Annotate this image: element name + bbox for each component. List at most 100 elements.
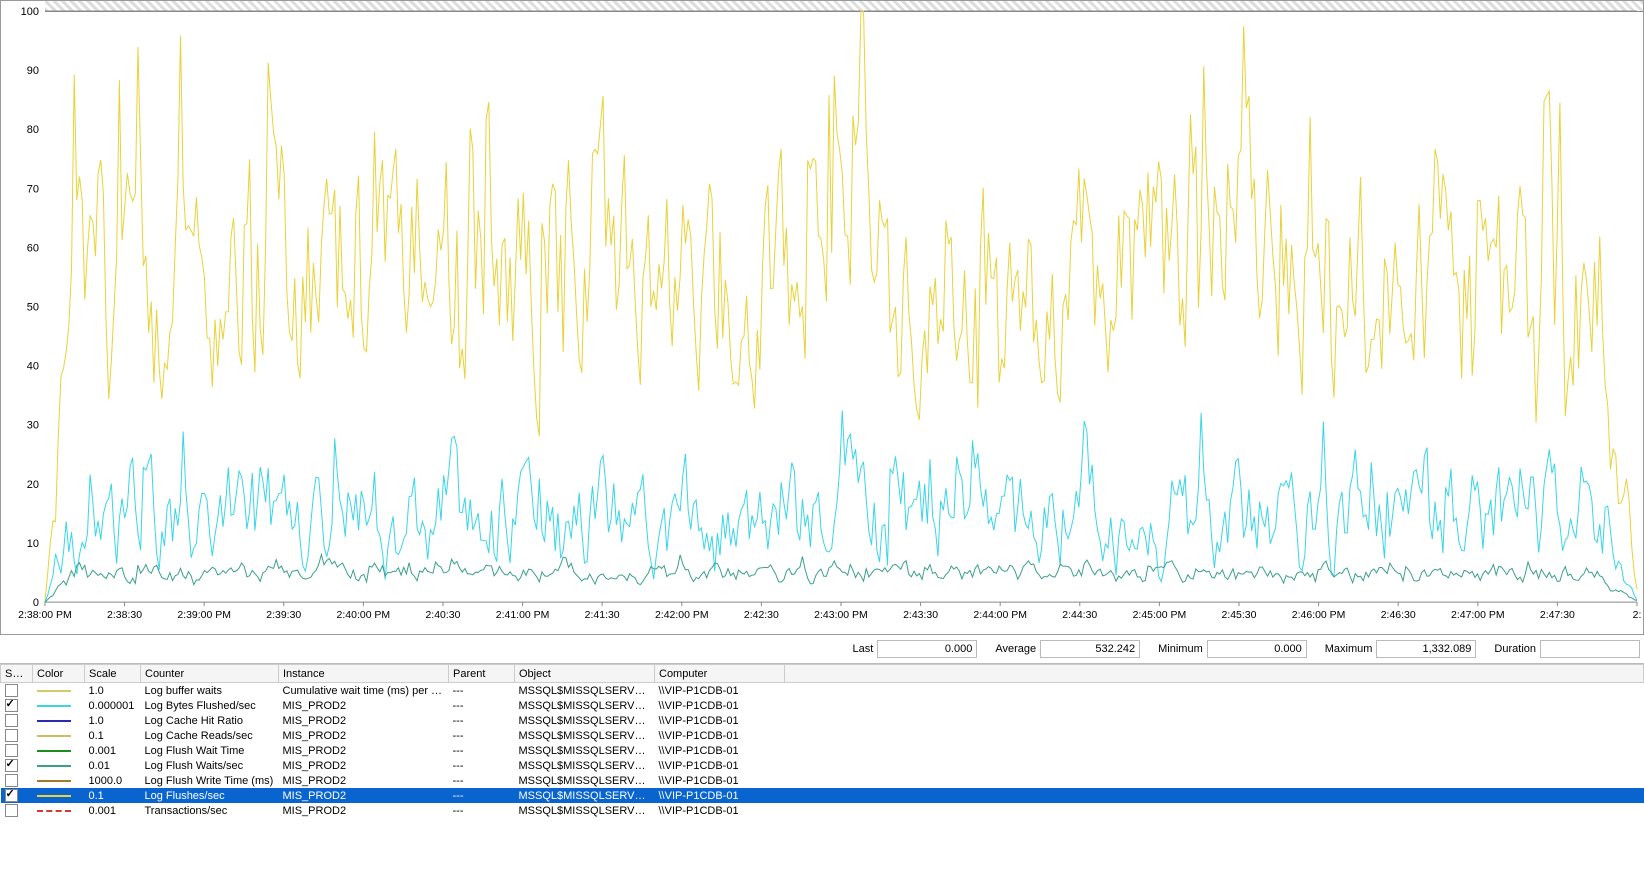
instance-cell: MIS_PROD2	[279, 698, 449, 713]
column-header[interactable]: Color	[33, 665, 85, 683]
show-checkbox[interactable]	[1, 698, 33, 713]
object-cell: MSSQL$MISSQLSERVER20...	[515, 743, 655, 758]
object-cell: MSSQL$MISSQLSERVER20...	[515, 773, 655, 788]
counter-cell: Log Cache Hit Ratio	[141, 713, 279, 728]
show-checkbox[interactable]	[1, 743, 33, 758]
svg-text:2:42:00 PM: 2:42:00 PM	[655, 610, 709, 621]
svg-text:2:38:30: 2:38:30	[107, 610, 142, 621]
color-swatch	[33, 773, 85, 788]
svg-text:2:40:30: 2:40:30	[425, 610, 460, 621]
color-swatch	[33, 698, 85, 713]
parent-cell: ---	[449, 803, 515, 818]
column-header[interactable]: Object	[515, 665, 655, 683]
object-cell: MSSQL$MISSQLSERVER20...	[515, 788, 655, 803]
svg-text:2:47:00 PM: 2:47:00 PM	[1451, 610, 1505, 621]
svg-text:2:44:30: 2:44:30	[1062, 610, 1097, 621]
computer-cell: \\VIP-P1CDB-01	[655, 713, 785, 728]
counter-cell: Log Flush Wait Time	[141, 743, 279, 758]
show-checkbox[interactable]	[1, 788, 33, 803]
svg-text:2:40:00 PM: 2:40:00 PM	[337, 610, 391, 621]
svg-text:2:42:30: 2:42:30	[744, 610, 779, 621]
scale-cell: 0.000001	[85, 698, 141, 713]
parent-cell: ---	[449, 713, 515, 728]
counter-row[interactable]: 1.0Log Cache Hit RatioMIS_PROD2---MSSQL$…	[1, 713, 1644, 728]
column-header[interactable]: Counter	[141, 665, 279, 683]
svg-text:2:45:30: 2:45:30	[1222, 610, 1257, 621]
column-header[interactable]: Scale	[85, 665, 141, 683]
column-header[interactable]: Instance	[279, 665, 449, 683]
column-header-spacer	[785, 665, 1644, 683]
counter-cell: Log Flush Write Time (ms)	[141, 773, 279, 788]
svg-text:2:: 2:	[1633, 610, 1642, 621]
parent-cell: ---	[449, 773, 515, 788]
spacer-cell	[785, 803, 1644, 818]
counter-list[interactable]: ShowColorScaleCounterInstanceParentObjec…	[0, 663, 1644, 894]
stat-label-average: Average	[995, 643, 1036, 655]
spacer-cell	[785, 698, 1644, 713]
scale-cell: 1.0	[85, 683, 141, 699]
color-swatch	[33, 728, 85, 743]
counter-row[interactable]: 0.000001Log Bytes Flushed/secMIS_PROD2--…	[1, 698, 1644, 713]
object-cell: MSSQL$MISSQLSERVER20...	[515, 728, 655, 743]
instance-cell: MIS_PROD2	[279, 743, 449, 758]
svg-text:2:41:30: 2:41:30	[585, 610, 620, 621]
computer-cell: \\VIP-P1CDB-01	[655, 728, 785, 743]
show-checkbox[interactable]	[1, 683, 33, 699]
counter-row[interactable]: 0.001Log Flush Wait TimeMIS_PROD2---MSSQ…	[1, 743, 1644, 758]
counter-row[interactable]: 0.001Transactions/secMIS_PROD2---MSSQL$M…	[1, 803, 1644, 818]
scale-cell: 0.01	[85, 758, 141, 773]
color-swatch	[33, 803, 85, 818]
show-checkbox[interactable]	[1, 713, 33, 728]
color-swatch	[33, 743, 85, 758]
counter-cell: Log Cache Reads/sec	[141, 728, 279, 743]
parent-cell: ---	[449, 728, 515, 743]
object-cell: MSSQL$MISSQLSERVER20...	[515, 713, 655, 728]
counter-row[interactable]: 0.01Log Flush Waits/secMIS_PROD2---MSSQL…	[1, 758, 1644, 773]
scale-cell: 0.1	[85, 728, 141, 743]
computer-cell: \\VIP-P1CDB-01	[655, 758, 785, 773]
instance-cell: MIS_PROD2	[279, 773, 449, 788]
svg-text:70: 70	[27, 183, 39, 195]
counter-cell: Log Flush Waits/sec	[141, 758, 279, 773]
column-header[interactable]: Computer	[655, 665, 785, 683]
spacer-cell	[785, 728, 1644, 743]
instance-cell: Cumulative wait time (ms) per s...	[279, 683, 449, 699]
counter-cell: Log Bytes Flushed/sec	[141, 698, 279, 713]
show-checkbox[interactable]	[1, 728, 33, 743]
svg-text:2:39:00 PM: 2:39:00 PM	[177, 610, 231, 621]
counter-row[interactable]: 1000.0Log Flush Write Time (ms)MIS_PROD2…	[1, 773, 1644, 788]
computer-cell: \\VIP-P1CDB-01	[655, 773, 785, 788]
scale-cell: 1.0	[85, 713, 141, 728]
stat-label-last: Last	[853, 643, 874, 655]
scale-cell: 0.001	[85, 803, 141, 818]
column-header[interactable]: Show	[1, 665, 33, 683]
svg-text:2:46:00 PM: 2:46:00 PM	[1292, 610, 1346, 621]
svg-text:2:38:00 PM: 2:38:00 PM	[18, 610, 72, 621]
performance-chart: 01020304050607080901002:38:00 PM2:38:302…	[0, 0, 1644, 635]
svg-text:20: 20	[27, 479, 39, 491]
counter-row[interactable]: 0.1Log Cache Reads/secMIS_PROD2---MSSQL$…	[1, 728, 1644, 743]
spacer-cell	[785, 743, 1644, 758]
svg-text:2:43:00 PM: 2:43:00 PM	[814, 610, 868, 621]
object-cell: MSSQL$MISSQLSERVER20...	[515, 683, 655, 699]
object-cell: MSSQL$MISSQLSERVER20...	[515, 758, 655, 773]
show-checkbox[interactable]	[1, 773, 33, 788]
computer-cell: \\VIP-P1CDB-01	[655, 743, 785, 758]
counter-cell: Transactions/sec	[141, 803, 279, 818]
computer-cell: \\VIP-P1CDB-01	[655, 683, 785, 699]
series-line	[45, 555, 1637, 603]
computer-cell: \\VIP-P1CDB-01	[655, 803, 785, 818]
show-checkbox[interactable]	[1, 758, 33, 773]
parent-cell: ---	[449, 743, 515, 758]
series-line	[45, 11, 1637, 602]
svg-text:10: 10	[27, 538, 39, 550]
parent-cell: ---	[449, 698, 515, 713]
svg-text:40: 40	[27, 361, 39, 373]
column-header[interactable]: Parent	[449, 665, 515, 683]
spacer-cell	[785, 773, 1644, 788]
stat-value-average: 532.242	[1040, 640, 1140, 658]
counter-row[interactable]: 0.1Log Flushes/secMIS_PROD2---MSSQL$MISS…	[1, 788, 1644, 803]
counter-row[interactable]: 1.0Log buffer waitsCumulative wait time …	[1, 683, 1644, 699]
svg-text:80: 80	[27, 124, 39, 136]
show-checkbox[interactable]	[1, 803, 33, 818]
